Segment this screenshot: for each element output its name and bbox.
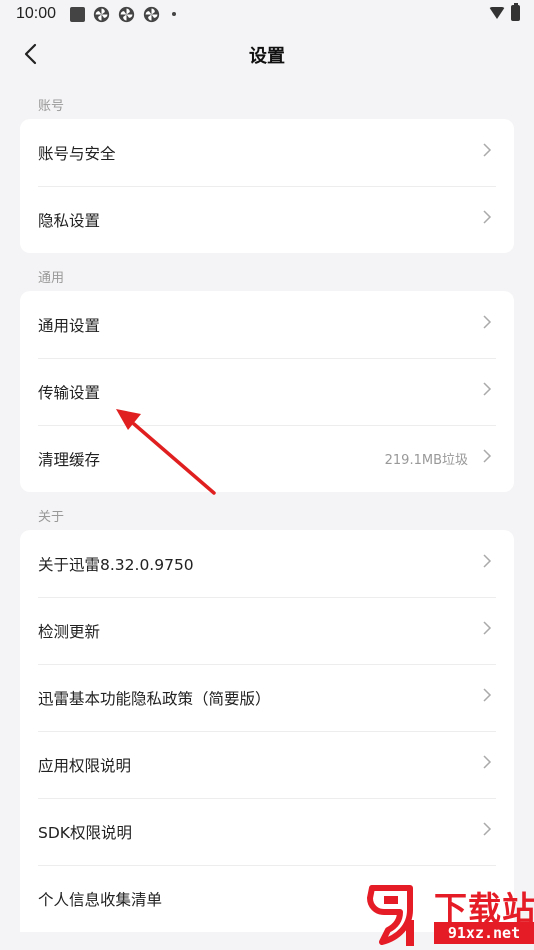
chevron-right-icon	[483, 382, 492, 396]
status-right	[489, 3, 520, 21]
chevron-right-icon	[483, 449, 492, 463]
chevron-right-icon	[483, 621, 492, 635]
row-about-version[interactable]: 关于迅雷8.32.0.9750	[20, 530, 514, 597]
notification-app-icon	[70, 6, 86, 22]
row-label: 清理缓存	[38, 450, 101, 469]
status-time: 10:00	[16, 5, 57, 22]
card-general: 通用设置 传输设置 清理缓存 219.1MB垃圾	[20, 291, 514, 492]
chevron-right-icon	[483, 210, 492, 224]
chevron-right-icon	[483, 315, 492, 329]
chevron-right-icon	[483, 143, 492, 157]
row-label: 关于迅雷8.32.0.9750	[38, 555, 194, 574]
row-privacy-settings[interactable]: 隐私设置	[20, 186, 514, 253]
row-account-security[interactable]: 账号与安全	[20, 119, 514, 186]
row-privacy-policy[interactable]: 迅雷基本功能隐私政策（简要版）	[20, 664, 514, 731]
row-label: SDK权限说明	[38, 823, 132, 842]
chevron-right-icon	[483, 822, 492, 836]
row-label: 通用设置	[38, 316, 101, 335]
watermark-logo-icon	[367, 885, 414, 946]
more-notifications-dot-icon	[172, 12, 177, 16]
watermark: 下载站 91xz.net	[362, 880, 534, 950]
chevron-right-icon	[483, 688, 492, 702]
section-label-about: 关于	[38, 510, 65, 525]
cache-size-value: 219.1MB垃圾	[384, 453, 468, 468]
chevron-right-icon	[483, 755, 492, 769]
row-general-settings[interactable]: 通用设置	[20, 291, 514, 358]
row-transfer-settings[interactable]: 传输设置	[20, 358, 514, 425]
row-label: 隐私设置	[38, 211, 101, 230]
notification-pinwheel-icon	[118, 6, 135, 22]
card-account: 账号与安全 隐私设置	[20, 119, 514, 253]
row-label: 传输设置	[38, 383, 101, 402]
section-label-general: 通用	[38, 271, 65, 286]
row-clear-cache[interactable]: 清理缓存 219.1MB垃圾	[20, 425, 514, 492]
row-label: 检测更新	[38, 622, 101, 641]
notification-pinwheel-icon	[143, 6, 160, 22]
row-label: 个人信息收集清单	[38, 890, 163, 909]
card-about: 关于迅雷8.32.0.9750 检测更新 迅雷基本功能隐私政策（简要版） 应用权…	[20, 530, 514, 932]
row-label: 迅雷基本功能隐私政策（简要版）	[38, 689, 271, 708]
row-sdk-permissions[interactable]: SDK权限说明	[20, 798, 514, 865]
chevron-right-icon	[483, 554, 492, 568]
row-app-permissions[interactable]: 应用权限说明	[20, 731, 514, 798]
row-check-update[interactable]: 检测更新	[20, 597, 514, 664]
section-label-account: 账号	[38, 99, 65, 114]
nav-bar: 设置	[0, 34, 534, 74]
row-label: 账号与安全	[38, 144, 116, 163]
row-label: 应用权限说明	[38, 756, 132, 775]
status-bar: 10:00	[0, 0, 534, 28]
watermark-url: 91xz.net	[434, 922, 534, 944]
notification-pinwheel-icon	[93, 6, 110, 22]
wifi-icon	[489, 7, 505, 19]
battery-icon	[511, 3, 520, 21]
page-title: 设置	[249, 46, 285, 67]
